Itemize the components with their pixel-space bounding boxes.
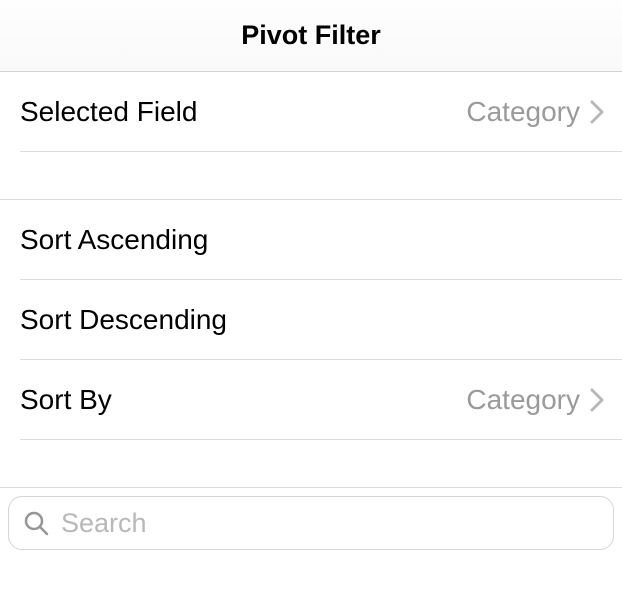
selected-field-label: Selected Field [20,96,197,128]
sort-by-label: Sort By [20,384,112,416]
selected-field-right: Category [466,96,604,128]
selected-field-group: Selected Field Category [0,72,622,152]
search-box[interactable] [8,496,614,550]
chevron-right-icon [590,100,604,124]
sort-descending-label: Sort Descending [20,304,227,336]
sort-by-row[interactable]: Sort By Category [20,360,622,440]
sort-descending-row[interactable]: Sort Descending [20,280,622,360]
search-icon [23,510,49,536]
sort-group: Sort Ascending Sort Descending Sort By C… [0,200,622,440]
section-spacer [0,152,622,200]
section-spacer [0,440,622,488]
sort-ascending-label: Sort Ascending [20,224,208,256]
header: Pivot Filter [0,0,622,72]
page-title: Pivot Filter [241,20,381,51]
selected-field-row[interactable]: Selected Field Category [20,72,622,152]
search-input[interactable] [61,508,599,539]
sort-ascending-row[interactable]: Sort Ascending [20,200,622,280]
search-wrap [0,488,622,558]
selected-field-value: Category [466,96,580,128]
sort-by-value: Category [466,384,580,416]
chevron-right-icon [590,388,604,412]
sort-by-right: Category [466,384,604,416]
